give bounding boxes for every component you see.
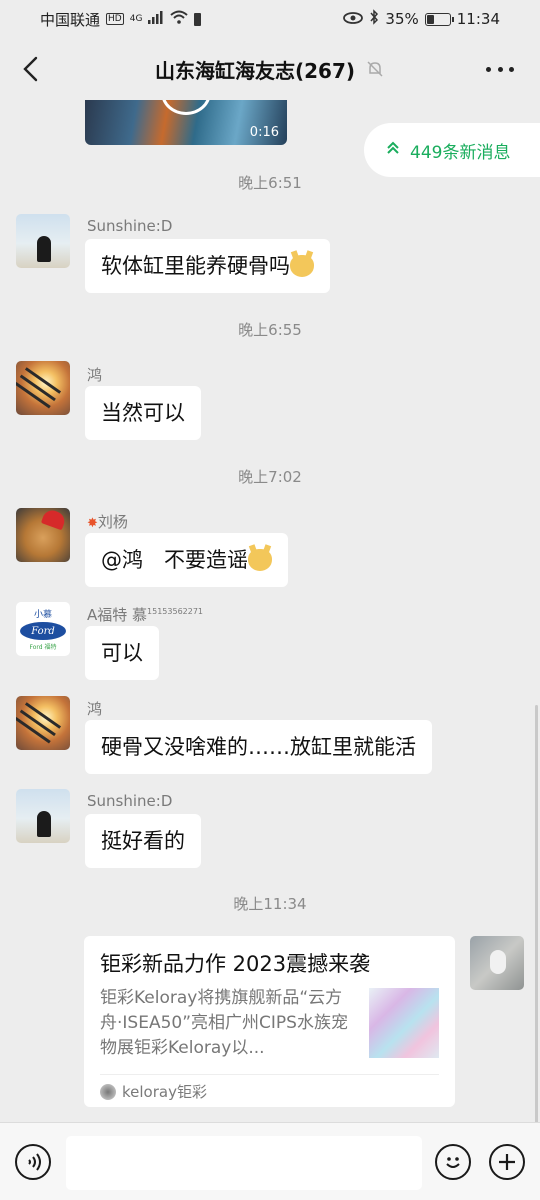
emoji-icon[interactable] bbox=[435, 1144, 471, 1180]
source-logo-icon bbox=[100, 1083, 116, 1100]
battery-icon bbox=[424, 12, 454, 26]
message-text: 硬骨又没啥难的……放缸里就能活 bbox=[101, 735, 416, 759]
message-list[interactable]: 0:16 449条新消息 晚上6:51 Sunshine:D 软体缸里能养硬骨吗… bbox=[0, 100, 540, 1122]
message-input[interactable] bbox=[66, 1136, 422, 1190]
chevron-left-icon[interactable] bbox=[14, 52, 48, 86]
video-duration: 0:16 bbox=[249, 125, 279, 140]
voice-icon[interactable] bbox=[15, 1144, 51, 1180]
avatar[interactable] bbox=[16, 214, 70, 268]
ford-logo: Ford bbox=[20, 622, 66, 640]
hd-icon: HD bbox=[106, 13, 124, 25]
signal-icon bbox=[148, 10, 164, 28]
new-messages-button[interactable]: 449条新消息 bbox=[364, 123, 540, 177]
card-description: 钜彩Keloray将携旗舰新品“云方舟·ISEA50”亮相广州CIPS水族宠物展… bbox=[100, 988, 348, 1058]
cat-emoji-icon bbox=[290, 255, 314, 277]
card-title: 钜彩新品力作 2023震撼来袭 bbox=[100, 952, 371, 976]
avatar[interactable] bbox=[16, 508, 70, 562]
avatar[interactable] bbox=[16, 789, 70, 843]
message-text: @鸿 不要造谣 bbox=[101, 548, 248, 572]
message-text: 软体缸里能养硬骨吗 bbox=[101, 254, 290, 278]
scrollbar[interactable] bbox=[535, 705, 538, 1122]
timestamp: 晚上11:34 bbox=[233, 895, 307, 913]
alert-icon bbox=[194, 12, 202, 26]
chat-title: 山东海缸海友志(267) bbox=[154, 58, 356, 83]
sender-name: 鸿 bbox=[87, 366, 103, 384]
message-text: 可以 bbox=[101, 641, 143, 665]
message-bubble[interactable]: 可以 bbox=[85, 626, 159, 680]
bluetooth-icon bbox=[369, 9, 379, 29]
battery-label: 35% bbox=[385, 10, 419, 28]
card-source: keloray钜彩 bbox=[100, 1081, 207, 1102]
more-horizontal-icon[interactable] bbox=[480, 52, 520, 86]
card-thumbnail bbox=[369, 988, 439, 1058]
bell-off-icon bbox=[365, 59, 385, 79]
boom-emoji-icon: ✸ bbox=[87, 516, 98, 531]
sender-phone: 15153562271 bbox=[147, 607, 204, 616]
sender-name: Sunshine:D bbox=[87, 792, 173, 810]
message-bubble[interactable]: 挺好看的 bbox=[85, 814, 201, 868]
message-bubble[interactable]: 硬骨又没啥难的……放缸里就能活 bbox=[85, 720, 432, 774]
source-name: keloray钜彩 bbox=[122, 1083, 207, 1101]
message-bubble[interactable]: 软体缸里能养硬骨吗 bbox=[85, 239, 330, 293]
status-bar: 中国联通 HD 4G 35% 11:34 bbox=[0, 0, 540, 38]
avatar[interactable] bbox=[16, 361, 70, 415]
sender-name: 鸿 bbox=[87, 700, 103, 718]
wifi-icon bbox=[170, 10, 189, 28]
sender-name: ✸刘杨 bbox=[87, 513, 128, 531]
shared-article-card[interactable]: 钜彩新品力作 2023震撼来袭 钜彩Keloray将携旗舰新品“云方舟·ISEA… bbox=[84, 936, 455, 1107]
clock-label: 11:34 bbox=[456, 10, 500, 28]
message-bubble[interactable]: 当然可以 bbox=[85, 386, 201, 440]
avatar[interactable]: 小慕 Ford Ford 福特 bbox=[16, 602, 70, 656]
timestamp: 晚上7:02 bbox=[238, 468, 302, 486]
double-chevron-up-icon bbox=[386, 140, 400, 160]
video-message[interactable]: 0:16 bbox=[85, 100, 287, 145]
new-messages-label: 449条新消息 bbox=[410, 142, 511, 163]
sender-name: Sunshine:D bbox=[87, 217, 173, 235]
chat-header: 山东海缸海友志(267) bbox=[0, 38, 540, 100]
carrier-label: 中国联通 bbox=[40, 10, 101, 29]
timestamp: 晚上6:55 bbox=[238, 321, 302, 339]
network-label: 4G bbox=[129, 14, 143, 24]
cat-emoji-icon bbox=[248, 549, 272, 571]
input-bar bbox=[0, 1122, 540, 1200]
eye-icon bbox=[343, 10, 364, 28]
divider bbox=[100, 1074, 439, 1075]
avatar[interactable] bbox=[16, 696, 70, 750]
timestamp: 晚上6:51 bbox=[238, 174, 302, 192]
message-text: 当然可以 bbox=[101, 401, 185, 425]
message-text: 挺好看的 bbox=[101, 829, 185, 853]
sender-name: A福特 慕15153562271 bbox=[87, 606, 204, 624]
play-icon bbox=[161, 100, 211, 115]
message-bubble[interactable]: @鸿 不要造谣 bbox=[85, 533, 288, 587]
my-avatar[interactable] bbox=[470, 936, 524, 990]
plus-circle-icon[interactable] bbox=[489, 1144, 525, 1180]
